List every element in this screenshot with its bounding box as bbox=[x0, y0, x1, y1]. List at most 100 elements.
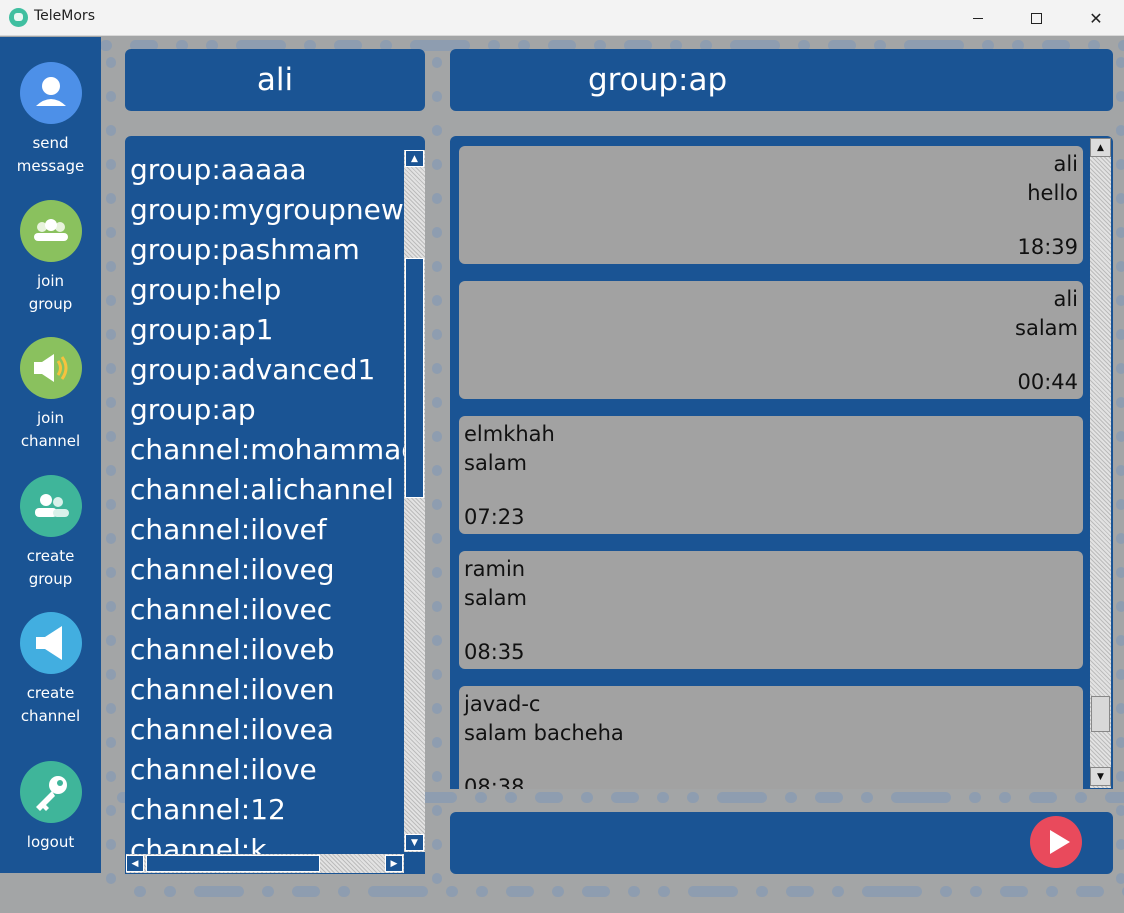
message-time: 18:39 bbox=[1017, 235, 1078, 259]
background-dash bbox=[368, 886, 428, 897]
message-bubble: javad-c salam bacheha 08:38 bbox=[459, 686, 1083, 789]
background-dash bbox=[432, 261, 442, 272]
list-item[interactable]: group:aaaaa bbox=[125, 150, 405, 190]
background-dash bbox=[861, 792, 873, 803]
scroll-down-button[interactable]: ▼ bbox=[405, 834, 424, 851]
message-bubble: ramin salam 08:35 bbox=[459, 551, 1083, 669]
list-item[interactable]: group:help bbox=[125, 270, 405, 310]
horizontal-scroll-thumb[interactable] bbox=[146, 855, 320, 872]
background-dash bbox=[106, 703, 116, 714]
list-item[interactable]: channel:iloven bbox=[125, 670, 405, 710]
create-channel-button[interactable]: create channel bbox=[0, 612, 101, 728]
background-dash bbox=[432, 465, 442, 476]
background-dash bbox=[106, 635, 116, 646]
create-channel-label-1: create bbox=[26, 684, 75, 702]
list-item[interactable]: channel:ilovef bbox=[125, 510, 405, 550]
create-group-label-1: create bbox=[26, 547, 75, 565]
minimize-button[interactable] bbox=[955, 0, 1001, 36]
sidebar: send message join group join channel cre… bbox=[0, 37, 101, 873]
message-input-bar[interactable] bbox=[450, 812, 1113, 874]
list-item[interactable]: channel:ilove bbox=[125, 750, 405, 790]
background-dash bbox=[688, 886, 738, 897]
message-time: 08:35 bbox=[464, 640, 525, 664]
scroll-thumb[interactable] bbox=[405, 258, 424, 498]
background-dash bbox=[1116, 465, 1124, 476]
messages-vertical-scrollbar[interactable]: ▲ ▼ bbox=[1090, 138, 1111, 788]
background-dash bbox=[1116, 499, 1124, 510]
list-item[interactable]: group:pashmam bbox=[125, 230, 405, 270]
background-dash bbox=[832, 886, 844, 897]
send-button[interactable] bbox=[1030, 816, 1082, 868]
background-dash bbox=[292, 886, 320, 897]
background-dash bbox=[552, 886, 564, 897]
background-dash bbox=[106, 125, 116, 136]
join-channel-label-2: channel bbox=[20, 432, 81, 450]
list-item[interactable]: group:ap1 bbox=[125, 310, 405, 350]
background-dash bbox=[432, 57, 442, 68]
messages-scroll-thumb[interactable] bbox=[1091, 696, 1110, 732]
create-group-button[interactable]: create group bbox=[0, 475, 101, 591]
scroll-right-button[interactable]: ▶ bbox=[385, 855, 403, 872]
background-dash bbox=[1116, 635, 1124, 646]
background-dash bbox=[969, 792, 981, 803]
background-dash bbox=[1116, 125, 1124, 136]
background-dash bbox=[1116, 91, 1124, 102]
background-dash bbox=[106, 737, 116, 748]
list-item[interactable]: channel:alichannel bbox=[125, 470, 405, 510]
close-button[interactable]: ✕ bbox=[1073, 0, 1119, 36]
background-dash bbox=[1116, 397, 1124, 408]
scroll-left-button[interactable]: ◀ bbox=[126, 855, 144, 872]
list-item[interactable]: channel:12 bbox=[125, 790, 405, 830]
list-item[interactable]: channel:iloveb bbox=[125, 630, 405, 670]
send-message-button[interactable]: send message bbox=[0, 62, 101, 178]
message-bubble: ali hello 18:39 bbox=[459, 146, 1083, 264]
background-dash bbox=[1116, 261, 1124, 272]
background-dash bbox=[785, 792, 797, 803]
background-dash bbox=[862, 886, 922, 897]
background-dash bbox=[657, 792, 669, 803]
message-sender: ramin bbox=[464, 557, 526, 581]
background-dash bbox=[106, 227, 116, 238]
background-dash bbox=[106, 839, 116, 850]
background-dash bbox=[756, 886, 768, 897]
megaphone-icon bbox=[19, 612, 82, 674]
background-dash bbox=[106, 567, 116, 578]
background-dash bbox=[999, 792, 1011, 803]
background-dash bbox=[106, 805, 116, 816]
background-dash bbox=[432, 499, 442, 510]
background-dash bbox=[535, 792, 563, 803]
list-item[interactable]: channel:ilovea bbox=[125, 710, 405, 750]
scroll-up-button[interactable]: ▲ bbox=[405, 150, 424, 167]
background-dash bbox=[106, 193, 116, 204]
list-item[interactable]: channel:iloveg bbox=[125, 550, 405, 590]
maximize-button[interactable] bbox=[1013, 0, 1059, 36]
logout-button[interactable]: logout bbox=[0, 761, 101, 854]
message-text: salam bbox=[464, 586, 527, 610]
create-group-icon bbox=[19, 475, 82, 537]
background-dash bbox=[1116, 57, 1124, 68]
messages-scroll-up-button[interactable]: ▲ bbox=[1090, 138, 1111, 157]
background-dash bbox=[1116, 601, 1124, 612]
chat-list-horizontal-scrollbar[interactable]: ◀ ▶ bbox=[126, 854, 404, 873]
background-dash bbox=[106, 465, 116, 476]
background-dash bbox=[786, 886, 814, 897]
list-item[interactable]: group:mygroupnew bbox=[125, 190, 405, 230]
list-item[interactable]: group:ap bbox=[125, 390, 405, 430]
background-dash bbox=[581, 792, 593, 803]
messages-scroll-down-button[interactable]: ▼ bbox=[1090, 767, 1111, 786]
message-text: salam bbox=[464, 451, 527, 475]
background-dash bbox=[106, 431, 116, 442]
background-dash bbox=[106, 601, 116, 612]
message-bubble: elmkhah salam 07:23 bbox=[459, 416, 1083, 534]
background-dash bbox=[432, 669, 442, 680]
chat-list-vertical-scrollbar[interactable]: ▲ ▼ bbox=[404, 150, 425, 852]
window-title: TeleMors bbox=[34, 8, 95, 24]
join-channel-button[interactable]: join channel bbox=[0, 337, 101, 453]
list-item[interactable]: group:advanced1 bbox=[125, 350, 405, 390]
join-group-button[interactable]: join group bbox=[0, 200, 101, 316]
chevron-up-icon: ▲ bbox=[1097, 142, 1104, 153]
background-dash bbox=[446, 886, 458, 897]
list-item[interactable]: channel:ilovec bbox=[125, 590, 405, 630]
background-dash bbox=[1116, 193, 1124, 204]
list-item[interactable]: channel:mohammadd bbox=[125, 430, 405, 470]
